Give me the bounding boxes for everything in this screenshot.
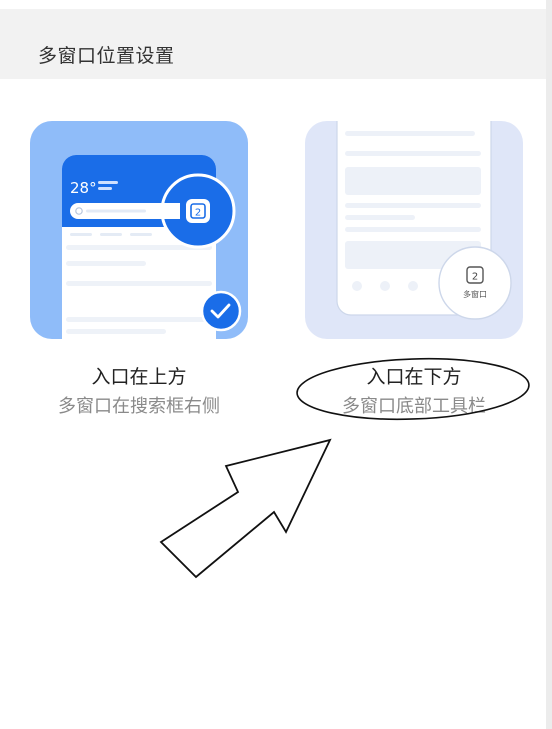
arrow-annotation bbox=[159, 438, 332, 579]
option-bottom-card[interactable]: 2 多窗口 bbox=[305, 121, 523, 339]
scroll-edge bbox=[546, 0, 552, 729]
option-top-description: 多窗口在搜索框右侧 bbox=[58, 396, 220, 417]
option-top-title: 入口在上方 bbox=[91, 366, 187, 388]
tab-count-text: 2 bbox=[195, 208, 201, 219]
option-bottom-illustration: 2 多窗口 bbox=[305, 121, 523, 339]
check-circle-icon bbox=[200, 290, 242, 332]
tab-label-text: 多窗口 bbox=[463, 289, 487, 299]
option-top-illustration: 28° 2 bbox=[30, 121, 248, 339]
tab-count-text-bottom: 2 bbox=[472, 272, 478, 283]
weather-text: 28° bbox=[70, 179, 97, 197]
option-bottom-description: 多窗口底部工具栏 bbox=[342, 396, 486, 417]
option-bottom-title: 入口在下方 bbox=[366, 366, 462, 388]
page-title: 多窗口位置设置 bbox=[38, 45, 175, 67]
option-top-card[interactable]: 28° 2 bbox=[30, 121, 248, 339]
header-bar: 多窗口位置设置 bbox=[0, 9, 546, 79]
page-top-edge bbox=[0, 0, 552, 9]
